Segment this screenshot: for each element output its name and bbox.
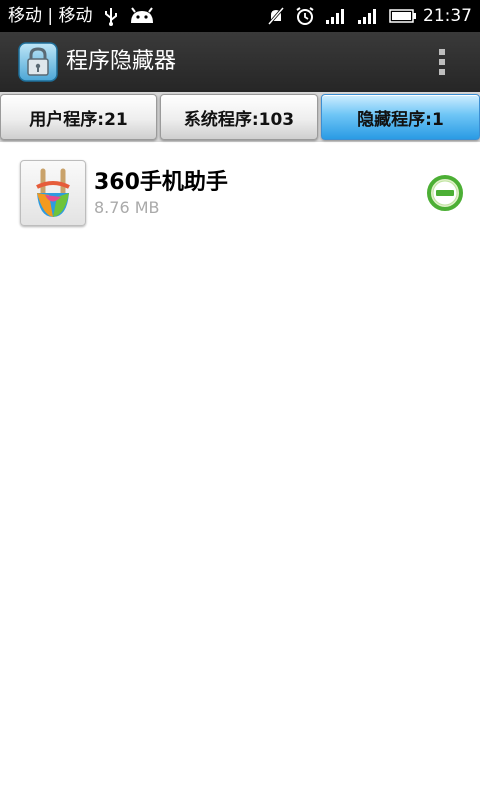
app-icon-frame <box>20 160 86 226</box>
tab-system-apps[interactable]: 系统程序:103 <box>160 94 318 140</box>
app-size: 8.76 MB <box>94 198 160 217</box>
action-bar: 程序隐藏器 <box>0 32 480 92</box>
overflow-menu-button[interactable] <box>430 44 454 80</box>
360-assistant-icon <box>36 168 70 217</box>
list-item[interactable]: 360手机助手 8.76 MB <box>0 142 480 242</box>
overflow-menu-dot <box>439 69 445 75</box>
status-right: 21:37 <box>257 0 472 32</box>
status-left: 移动 | 移动 <box>8 0 155 32</box>
clock: 21:37 <box>423 6 472 26</box>
overflow-menu-dot <box>439 59 445 65</box>
signal-icon <box>326 9 344 24</box>
usb-icon <box>104 8 117 26</box>
battery-icon <box>389 9 416 23</box>
padlock-icon <box>18 42 58 82</box>
android-icon <box>130 7 153 23</box>
tab-hidden-apps[interactable]: 隐藏程序:1 <box>321 94 480 140</box>
remove-circle-icon[interactable] <box>426 174 464 212</box>
notifications-muted-icon <box>267 7 285 25</box>
carrier-label: 移动 | 移动 <box>8 6 93 26</box>
tab-user-apps[interactable]: 用户程序:21 <box>0 94 157 140</box>
signal-icon-2 <box>358 9 376 24</box>
app-name: 360手机助手 <box>94 170 228 195</box>
overflow-menu-icon <box>439 49 445 55</box>
status-bar: 移动 | 移动 21:37 <box>0 0 480 32</box>
app-title: 程序隐藏器 <box>66 49 177 74</box>
app-list: 360手机助手 8.76 MB <box>0 142 480 242</box>
alarm-icon <box>296 7 314 25</box>
tab-bar: 用户程序:21 系统程序:103 隐藏程序:1 <box>0 92 480 142</box>
